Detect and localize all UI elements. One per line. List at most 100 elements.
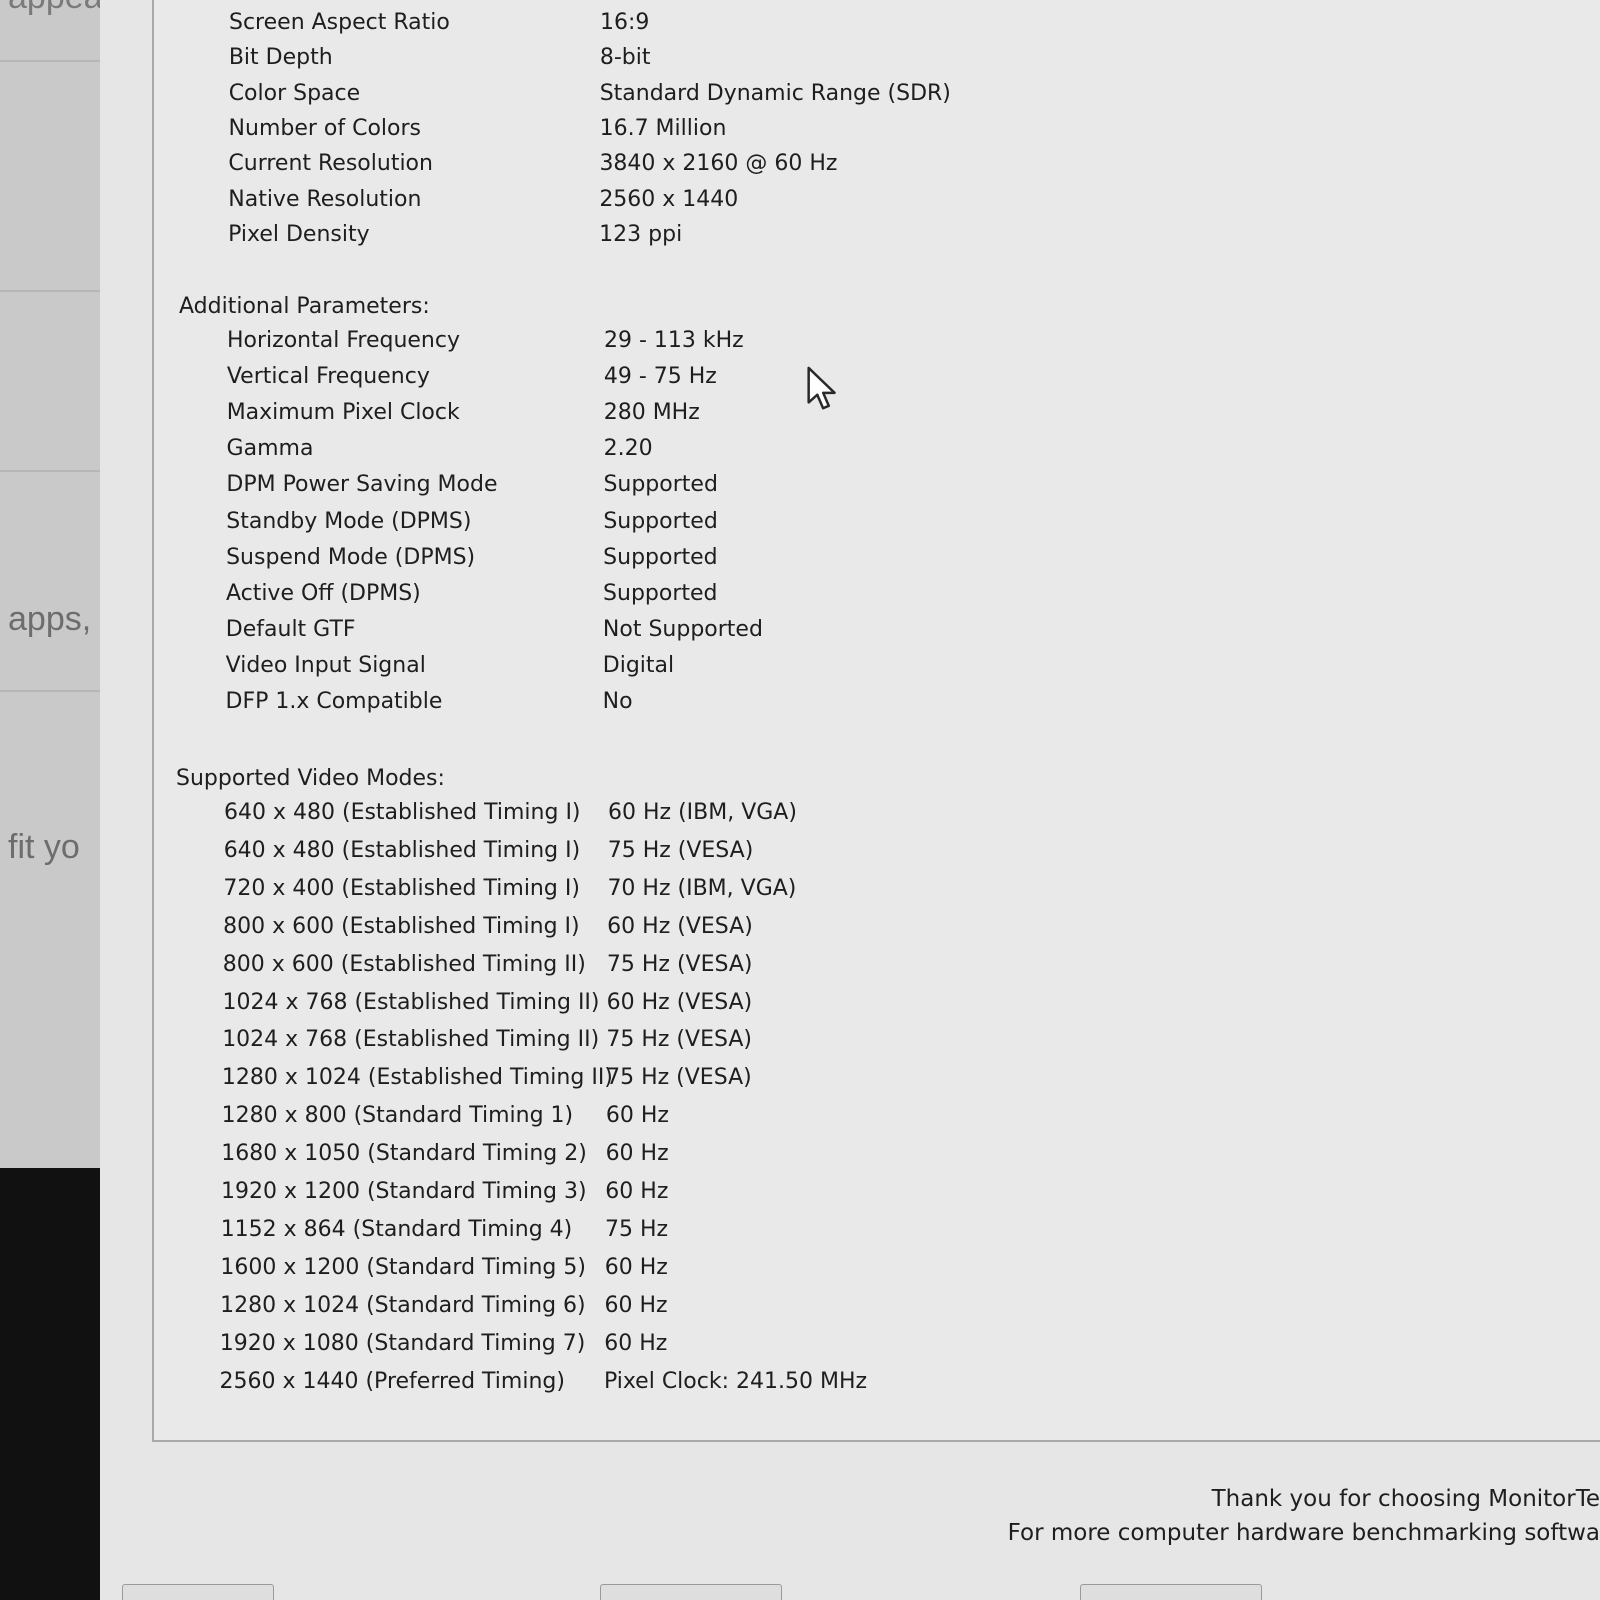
parameter-row: Bit Depth 8-bit bbox=[229, 45, 1129, 81]
background-divider bbox=[0, 290, 100, 292]
parameter-label: 1600 x 1200 (Standard Timing 5) bbox=[220, 1254, 586, 1280]
monitor-info-dialog: Screen Aspect Ratio 16:9 Bit Depth 8-bit Col… bbox=[100, 0, 1600, 1600]
parameter-value: 60 Hz (VESA) bbox=[606, 989, 753, 1015]
parameter-value: 75 Hz (VESA) bbox=[606, 951, 753, 977]
parameter-label: Default GTF bbox=[225, 616, 356, 642]
parameter-label: 1024 x 768 (Established Timing II) bbox=[222, 1027, 600, 1053]
parameter-label: Pixel Density bbox=[228, 221, 370, 247]
background-text-fragment: apps, bbox=[8, 600, 92, 638]
parameter-label: 1920 x 1200 (Standard Timing 3) bbox=[221, 1179, 587, 1204]
parameter-row: Screen Aspect Ratio 16:9 bbox=[229, 10, 1129, 46]
parameter-label: 1280 x 1024 (Standard Timing 6) bbox=[220, 1292, 586, 1318]
parameter-value: Standard Dynamic Range (SDR) bbox=[599, 80, 951, 106]
parameter-label: 1024 x 768 (Established Timing II) bbox=[222, 989, 600, 1015]
parameter-label: 800 x 600 (Established Timing II) bbox=[222, 951, 586, 977]
dialog-button-middle[interactable] bbox=[600, 1584, 782, 1600]
parameter-label: 640 x 480 (Established Timing I) bbox=[223, 837, 581, 863]
parameter-row: 1920 x 1080 (Standard Timing 7) 60 Hz bbox=[220, 1331, 1120, 1367]
background-divider bbox=[0, 470, 100, 472]
parameter-row: Native Resolution 2560 x 1440 bbox=[228, 187, 1128, 223]
parameter-row: Vertical Frequency 49 - 75 Hz bbox=[227, 364, 1127, 400]
parameter-row: 800 x 600 (Established Timing II) 75 Hz (… bbox=[223, 952, 1123, 988]
parameter-value: 60 Hz bbox=[605, 1103, 669, 1129]
parameter-label: Maximum Pixel Clock bbox=[226, 400, 460, 426]
parameter-value: 60 Hz bbox=[604, 1330, 668, 1356]
parameter-row: Color Space Standard Dynamic Range (SDR) bbox=[229, 81, 1129, 117]
parameter-label: Video Input Signal bbox=[225, 652, 426, 678]
parameter-value: Not Supported bbox=[602, 616, 763, 642]
parameter-label: Number of Colors bbox=[228, 115, 422, 141]
parameter-value: 2560 x 1440 bbox=[599, 186, 739, 212]
parameter-row: Number of Colors 16.7 Million bbox=[229, 116, 1129, 152]
parameter-label: Vertical Frequency bbox=[226, 364, 430, 390]
parameter-label: Standby Mode (DPMS) bbox=[226, 508, 472, 534]
background-text-fragment: fit yo bbox=[8, 828, 80, 866]
parameter-row: 640 x 480 (Established Timing I) 75 Hz (V… bbox=[224, 838, 1124, 874]
supported-video-modes-title: Supported Video Modes: bbox=[176, 766, 445, 791]
screen: appear apps, fit yo Screen Aspect Ratio 1… bbox=[0, 0, 1600, 1600]
parameter-label: 720 x 400 (Established Timing I) bbox=[223, 875, 580, 901]
background-text-fragment: appear bbox=[8, 0, 100, 17]
parameter-row: Standby Mode (DPMS) Supported bbox=[226, 509, 1126, 545]
parameter-value: 75 Hz (VESA) bbox=[606, 1027, 752, 1053]
parameter-value: 280 MHz bbox=[603, 400, 700, 426]
help-button[interactable] bbox=[1080, 1584, 1262, 1600]
parameter-value: 29 - 113 kHz bbox=[604, 328, 744, 353]
additional-parameters-title: Additional Parameters: bbox=[179, 294, 430, 319]
background-divider bbox=[0, 690, 100, 692]
parameter-value: 16:9 bbox=[600, 10, 650, 35]
parameter-value: 49 - 75 Hz bbox=[603, 364, 717, 390]
parameter-label: Active Off (DPMS) bbox=[225, 580, 421, 606]
parameter-value: 70 Hz (IBM, VGA) bbox=[607, 875, 797, 901]
monitor-info-panel: Screen Aspect Ratio 16:9 Bit Depth 8-bit Col… bbox=[152, 0, 1600, 1442]
mouse-pointer-icon bbox=[807, 366, 836, 410]
parameter-row: 800 x 600 (Established Timing I) 60 Hz (V… bbox=[223, 914, 1123, 950]
parameter-row: DFP 1.x Compatible No bbox=[226, 689, 1126, 725]
parameter-label: Suspend Mode (DPMS) bbox=[226, 544, 476, 570]
parameter-row: Suspend Mode (DPMS) Supported bbox=[226, 545, 1126, 581]
parameter-value: 60 Hz bbox=[604, 1254, 668, 1280]
parameter-row: Video Input Signal Digital bbox=[226, 653, 1126, 689]
parameter-label: Screen Aspect Ratio bbox=[229, 10, 450, 35]
parameter-label: 1280 x 800 (Standard Timing 1) bbox=[221, 1103, 574, 1129]
parameter-label: 1680 x 1050 (Standard Timing 2) bbox=[221, 1141, 587, 1167]
parameter-value: Supported bbox=[603, 472, 718, 498]
parameter-row: 720 x 400 (Established Timing I) 70 Hz (I… bbox=[223, 876, 1123, 912]
parameter-label: 2560 x 1440 (Preferred Timing) bbox=[219, 1368, 565, 1394]
parameter-row: 1152 x 864 (Standard Timing 4) 75 Hz bbox=[221, 1217, 1121, 1253]
parameter-row: Current Resolution 3840 x 2160 @ 60 Hz bbox=[228, 151, 1128, 187]
parameter-row: 1680 x 1050 (Standard Timing 2) 60 Hz bbox=[221, 1141, 1121, 1177]
parameter-value: 75 Hz (VESA) bbox=[607, 837, 754, 863]
parameter-value: 75 Hz (VESA) bbox=[606, 1065, 752, 1091]
parameter-value: 16.7 Million bbox=[599, 115, 727, 141]
parameter-label: 1280 x 1024 (Established Timing II) bbox=[221, 1065, 613, 1091]
parameter-row: 1024 x 768 (Established Timing II) 60 Hz … bbox=[223, 990, 1123, 1026]
parameter-value: 8-bit bbox=[599, 45, 651, 71]
parameter-value: 123 ppi bbox=[599, 221, 683, 247]
parameter-value: 60 Hz (VESA) bbox=[607, 913, 753, 939]
parameter-label: Horizontal Frequency bbox=[227, 328, 460, 353]
parameter-label: Native Resolution bbox=[228, 186, 422, 212]
parameter-label: 640 x 480 (Established Timing I) bbox=[224, 800, 581, 825]
parameter-label: 1920 x 1080 (Standard Timing 7) bbox=[219, 1330, 586, 1356]
parameter-label: Gamma bbox=[226, 436, 314, 462]
parameter-value: 60 Hz bbox=[604, 1292, 668, 1318]
parameter-value: 60 Hz (IBM, VGA) bbox=[608, 800, 797, 825]
dialog-button-left[interactable] bbox=[122, 1584, 274, 1600]
parameter-value: Supported bbox=[603, 544, 718, 570]
parameter-value: Supported bbox=[603, 508, 718, 534]
parameter-row: Active Off (DPMS) Supported bbox=[226, 581, 1126, 617]
parameter-row: Maximum Pixel Clock 280 MHz bbox=[227, 400, 1127, 436]
parameter-row: 2560 x 1440 (Preferred Timing) Pixel Cloc… bbox=[220, 1369, 1120, 1405]
parameter-label: 1152 x 864 (Standard Timing 4) bbox=[220, 1216, 573, 1242]
parameter-row: 1280 x 1024 (Standard Timing 6) 60 Hz bbox=[220, 1293, 1120, 1329]
parameter-row: 1600 x 1200 (Standard Timing 5) 60 Hz bbox=[220, 1255, 1120, 1291]
background-dark-area bbox=[0, 1168, 100, 1600]
parameter-value: 75 Hz bbox=[605, 1216, 669, 1242]
parameter-value: 60 Hz bbox=[605, 1179, 669, 1204]
parameter-value: No bbox=[602, 689, 633, 714]
footer-thanks: Thank you for choosing MonitorTe For mor… bbox=[960, 1486, 1600, 1554]
parameter-value: 3840 x 2160 @ 60 Hz bbox=[599, 151, 838, 177]
parameter-row: 640 x 480 (Established Timing I) 60 Hz (I… bbox=[224, 800, 1124, 836]
footer-thanks-line: Thank you for choosing MonitorTe bbox=[1211, 1486, 1600, 1512]
